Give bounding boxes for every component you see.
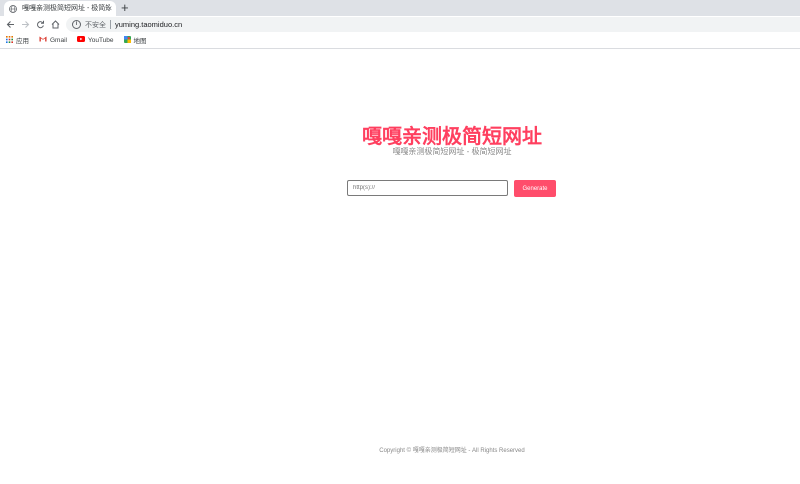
bookmarks-bar: 应用 Gmail YouTube 地图: [0, 33, 800, 47]
apps-grid-icon: [6, 35, 13, 45]
tab-title: 嘎嘎亲测极简短网址 - 极简短网址: [22, 5, 110, 12]
bookmark-label: 地图: [133, 38, 147, 45]
tab-active[interactable]: 嘎嘎亲测极简短网址 - 极简短网址 ×: [4, 1, 116, 16]
bookmark-label: Gmail: [50, 36, 67, 44]
url-text[interactable]: yuming.taomiduo.cn: [115, 20, 182, 29]
omnibox-divider: [110, 20, 111, 29]
info-icon[interactable]: i: [72, 20, 81, 29]
bookmark-label: YouTube: [87, 36, 114, 44]
gmail-icon: [39, 36, 47, 44]
bookmark-youtube[interactable]: YouTube: [76, 36, 114, 44]
home-icon[interactable]: [49, 16, 61, 33]
page-subtitle: 嘎嘎亲测极简短网址 - 极简短网址: [392, 147, 512, 156]
tab-strip: 嘎嘎亲测极简短网址 - 极简短网址 × +: [0, 0, 800, 16]
url-input[interactable]: [347, 180, 508, 196]
bookmark-apps[interactable]: 应用: [6, 35, 29, 45]
toolbar-divider: [0, 48, 800, 49]
new-tab-button[interactable]: +: [121, 0, 129, 15]
bookmark-gmail[interactable]: Gmail: [39, 36, 67, 44]
youtube-icon: [76, 36, 85, 44]
close-icon[interactable]: ×: [107, 1, 112, 16]
footer-copyright: Copyright © 嘎嘎亲测极简短网址 - All Rights Reser…: [379, 448, 525, 454]
back-arrow-icon[interactable]: [4, 16, 16, 33]
address-bar[interactable]: i 不安全 yuming.taomiduo.cn: [66, 17, 800, 32]
bookmark-label: 应用: [16, 38, 29, 45]
globe-icon: [9, 4, 17, 13]
bookmark-maps[interactable]: 地图: [123, 35, 147, 45]
browser-toolbar: i 不安全 yuming.taomiduo.cn: [0, 16, 800, 33]
security-label: 不安全: [85, 21, 106, 29]
page-title: 嘎嘎亲测极简短网址: [362, 126, 542, 148]
forward-arrow-icon[interactable]: [19, 16, 31, 33]
generate-button[interactable]: Generate: [514, 180, 556, 197]
reload-icon[interactable]: [34, 16, 46, 33]
maps-icon: [123, 35, 131, 45]
